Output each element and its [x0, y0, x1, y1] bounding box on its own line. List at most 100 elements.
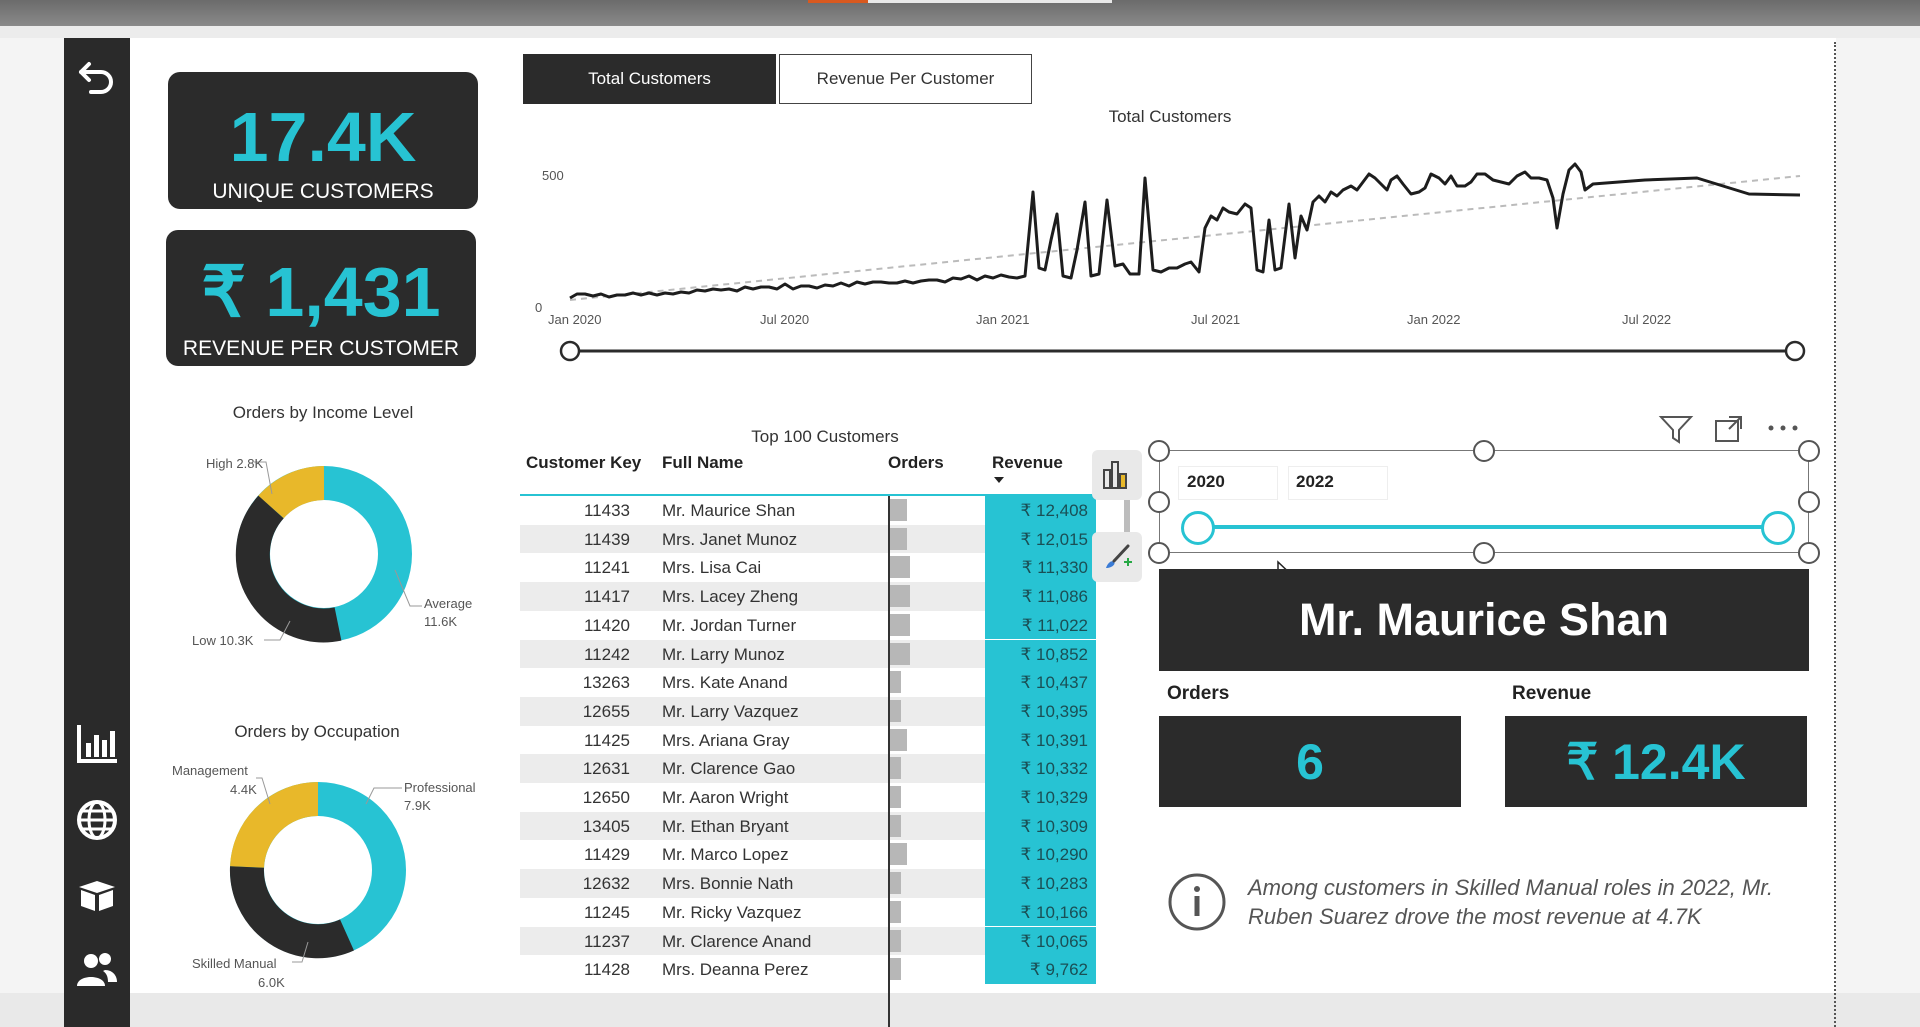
table-row[interactable]: 11245 Mr. Ricky Vazquez 4 ₹ 10,166 — [520, 897, 1096, 927]
col-header-key[interactable]: Customer Key — [526, 453, 641, 473]
cell-customer-key: 11417 — [583, 587, 630, 607]
revenue-cell-background: ₹ 10,166 — [985, 897, 1096, 927]
revenue-cell-background: ₹ 10,309 — [985, 811, 1096, 841]
slicer-start-handle[interactable] — [1181, 511, 1215, 545]
cell-revenue: ₹ 10,329 — [1020, 788, 1088, 807]
focus-mode-icon[interactable] — [1713, 413, 1745, 445]
table-row[interactable]: 12632 Mrs. Bonnie Nath 4 ₹ 10,283 — [520, 869, 1096, 898]
table-row[interactable]: 11428 Mrs. Deanna Perez 4 ₹ 9,762 — [520, 955, 1096, 984]
orders-label: Orders — [1167, 683, 1230, 704]
donut-slice-high[interactable] — [258, 466, 325, 519]
box-icon[interactable] — [64, 870, 130, 920]
kpi-unique-customers[interactable]: 17.4K UNIQUE CUSTOMERS — [168, 72, 478, 209]
label-skilled-manual: Skilled Manual — [192, 956, 277, 971]
resize-handle[interactable] — [1798, 440, 1820, 462]
cell-customer-key: 12631 — [582, 759, 630, 779]
total-customers-line-chart[interactable]: 500 0 Jan 2020 Jul 2020 Jan 2021 Jul 202… — [515, 150, 1815, 380]
revenue-cell-background: ₹ 12,015 — [985, 524, 1096, 554]
bar-chart-icon[interactable] — [64, 718, 130, 768]
build-visual-icon[interactable] — [1092, 450, 1142, 500]
cell-customer-key: 11425 — [583, 730, 630, 750]
revenue-cell-background: ₹ 10,437 — [985, 668, 1096, 697]
revenue-cell-background: ₹ 10,283 — [985, 869, 1096, 898]
resize-handle[interactable] — [1148, 491, 1170, 513]
table-row[interactable]: 11420 Mr. Jordan Turner 7 ₹ 11,022 — [520, 610, 1096, 640]
table-title: Top 100 Customers — [751, 427, 899, 446]
table-row[interactable]: 11242 Mr. Larry Munoz 7 ₹ 10,852 — [520, 639, 1096, 669]
table-row[interactable]: 12650 Mr. Aaron Wright 4 ₹ 10,329 — [520, 783, 1096, 812]
users-icon[interactable] — [64, 945, 130, 995]
x-tick: Jan 2020 — [548, 312, 602, 327]
cell-full-name: Mr. Clarence Gao — [662, 759, 796, 779]
table-row[interactable]: 12655 Mr. Larry Vazquez 4 ₹ 10,395 — [520, 696, 1096, 726]
donut-slice-skilled-manual[interactable] — [229, 866, 354, 959]
donut-income-chart[interactable]: High 2.8K Average 11.6K Low 10.3K — [170, 440, 490, 660]
resize-handle[interactable] — [1798, 542, 1820, 564]
table-row[interactable]: 13405 Mr. Ethan Bryant 4 ₹ 10,309 — [520, 811, 1096, 841]
revenue-cell-background: ₹ 11,022 — [985, 610, 1096, 640]
label-skilled-manual-value: 6.0K — [258, 975, 285, 990]
sort-desc-icon[interactable] — [994, 477, 1004, 483]
cell-customer-key: 12650 — [582, 788, 630, 807]
cell-full-name: Mr. Larry Vazquez — [662, 701, 799, 721]
col-header-orders[interactable]: Orders — [888, 453, 944, 473]
table-row[interactable]: 11425 Mrs. Ariana Gray 6 ₹ 10,391 — [520, 725, 1096, 755]
table-row[interactable]: 11417 Mrs. Lacey Zheng 7 ₹ 11,086 — [520, 582, 1096, 611]
col-header-name[interactable]: Full Name — [662, 453, 743, 473]
table-row[interactable]: 11241 Mrs. Lisa Cai 7 ₹ 11,330 — [520, 553, 1096, 583]
kpi-value: ₹ 1,431 — [201, 253, 441, 331]
table-row[interactable]: 11237 Mr. Clarence Anand 4 ₹ 10,065 — [520, 926, 1096, 956]
table-row[interactable]: 11433 Mr. Maurice Shan 6 ₹ 12,408 — [520, 496, 1096, 525]
filter-icon[interactable] — [1658, 413, 1694, 445]
top-gap — [0, 26, 1920, 38]
table-row[interactable]: 13263 Mrs. Kate Anand 4 ₹ 10,437 — [520, 668, 1096, 697]
tab-revenue-per-customer[interactable]: Revenue Per Customer — [779, 54, 1032, 104]
cell-orders: 4 — [890, 759, 1000, 779]
cell-customer-key: 13405 — [582, 816, 630, 836]
table-row[interactable]: 12631 Mr. Clarence Gao 4 ₹ 10,332 — [520, 754, 1096, 783]
donut-income-title: Orders by Income Level — [232, 403, 414, 422]
donut-slice-management[interactable] — [230, 781, 319, 869]
x-tick: Jan 2022 — [1407, 312, 1461, 327]
slicer-track[interactable] — [1197, 525, 1779, 529]
tab-total-customers[interactable]: Total Customers — [523, 54, 776, 104]
resize-handle[interactable] — [1473, 440, 1495, 462]
label-low: Low 10.3K — [192, 633, 254, 648]
x-tick: Jul 2022 — [1622, 312, 1671, 327]
cell-full-name: Mr. Ricky Vazquez — [662, 902, 802, 922]
label-management-value: 4.4K — [230, 782, 257, 797]
x-tick: Jan 2021 — [976, 312, 1030, 327]
zoom-slider-start-handle[interactable] — [559, 340, 581, 362]
cell-customer-key: 12655 — [582, 701, 630, 721]
top-bar-accent-light — [868, 0, 1112, 3]
kpi-revenue-per-customer[interactable]: ₹ 1,431 REVENUE PER CUSTOMER — [166, 230, 476, 366]
cell-full-name: Mr. Maurice Shan — [662, 501, 796, 520]
revenue-cell-background: ₹ 9,762 — [985, 955, 1096, 984]
slicer-start-value: 2020 — [1187, 472, 1225, 491]
col-header-revenue[interactable]: Revenue — [992, 453, 1063, 473]
y-tick-500: 500 — [542, 168, 564, 183]
table-row[interactable]: 11439 Mrs. Janet Munoz 6 ₹ 12,015 — [520, 524, 1096, 554]
resize-handle[interactable] — [1798, 491, 1820, 513]
label-average-value: 11.6K — [424, 614, 457, 629]
cell-orders: 4 — [890, 817, 1000, 837]
resize-handle[interactable] — [1148, 542, 1170, 564]
x-tick: Jul 2021 — [1191, 312, 1240, 327]
donut-occupation-chart[interactable]: Management 4.4K Professional 7.9K Skille… — [170, 758, 490, 998]
resize-handle[interactable] — [1148, 440, 1170, 462]
zoom-slider-end-handle[interactable] — [1784, 340, 1806, 362]
format-brush-icon[interactable] — [1092, 532, 1142, 582]
cell-orders: 7 — [890, 645, 1000, 665]
more-options-icon[interactable] — [1766, 418, 1800, 438]
resize-handle[interactable] — [1473, 542, 1495, 564]
back-icon[interactable] — [64, 53, 130, 103]
slicer-end-handle[interactable] — [1761, 511, 1795, 545]
table-row[interactable]: 11429 Mr. Marco Lopez 6 ₹ 10,290 — [520, 840, 1096, 870]
revenue-cell-background: ₹ 10,395 — [985, 696, 1096, 726]
globe-icon[interactable] — [64, 795, 130, 845]
revenue-cell-background: ₹ 10,329 — [985, 783, 1096, 812]
customers-series-line[interactable] — [569, 162, 1801, 300]
label-professional: Professional — [404, 780, 476, 795]
donut-slice-low[interactable] — [235, 495, 342, 643]
cell-orders: 4 — [890, 932, 1000, 952]
